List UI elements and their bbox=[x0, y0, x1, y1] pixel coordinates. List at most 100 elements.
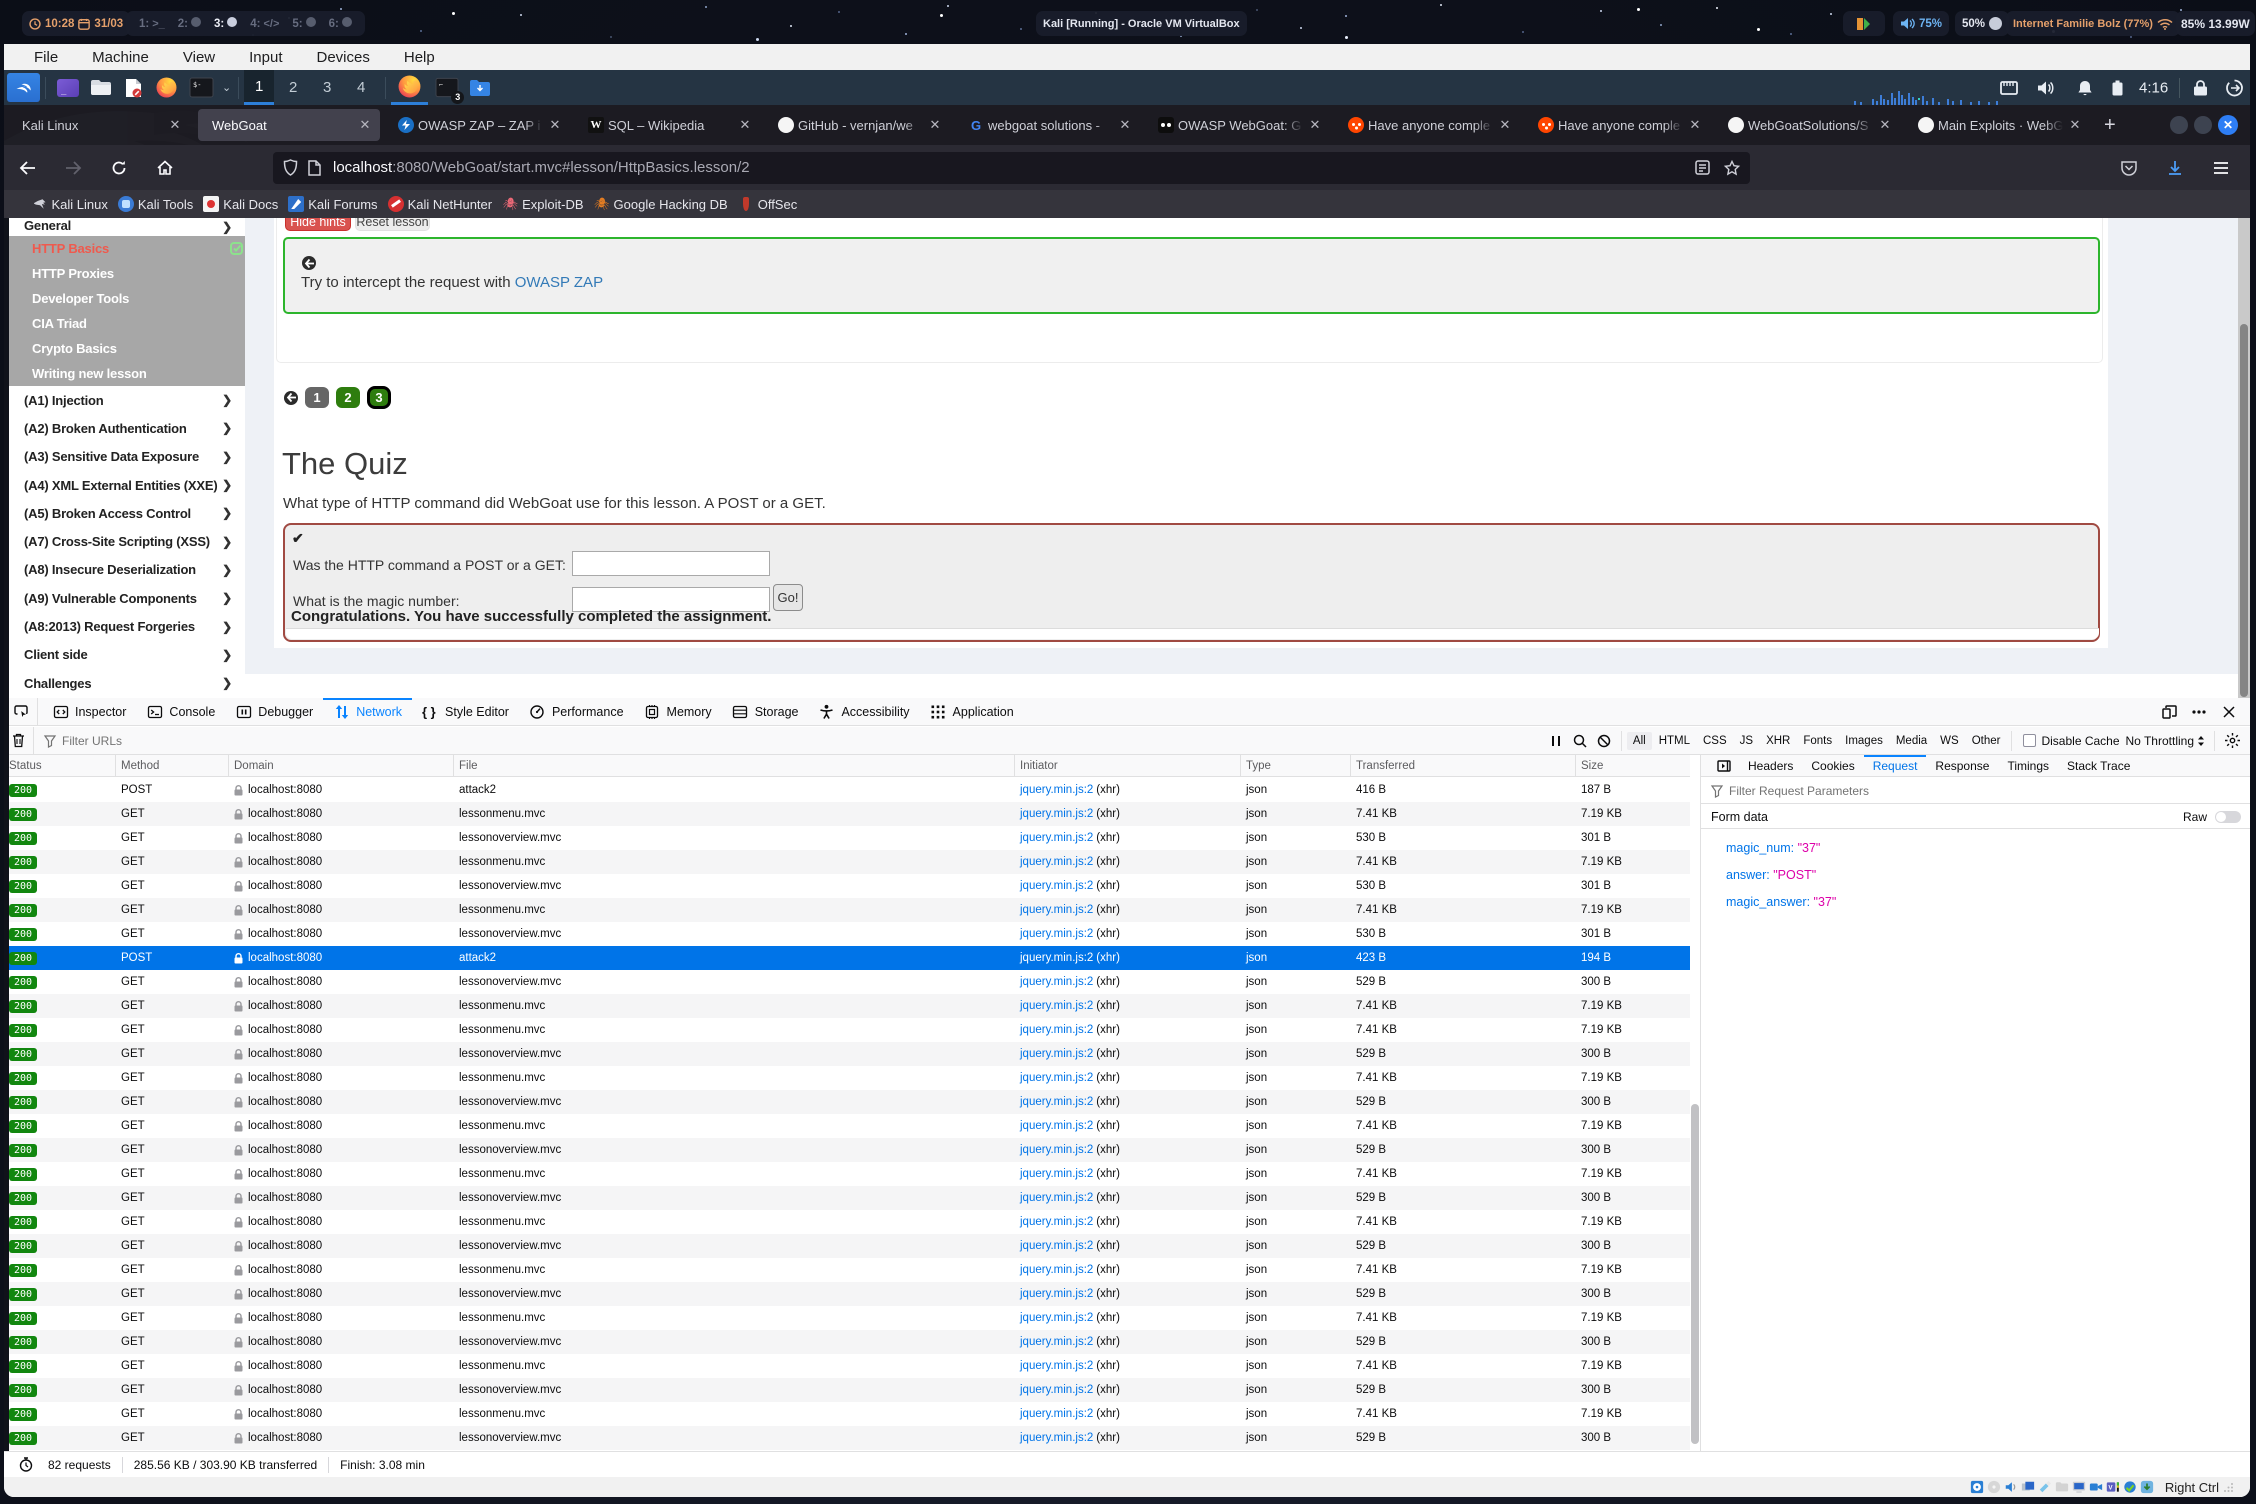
column-header-file[interactable]: File bbox=[454, 755, 1015, 777]
network-request-row[interactable]: 200 GET localhost:8080 lessonmenu.mvc jq… bbox=[4, 1402, 1690, 1426]
tab-close-icon[interactable]: ✕ bbox=[1307, 117, 1323, 133]
owasp-zap-link[interactable]: OWASP ZAP bbox=[515, 274, 603, 291]
initiator-link[interactable]: jquery.min.js:2 bbox=[1020, 1096, 1093, 1108]
taskbar-terminal-icon[interactable]: $- bbox=[187, 75, 217, 101]
form-data-section-header[interactable]: Form data Raw bbox=[1701, 805, 2250, 829]
initiator-link[interactable]: jquery.min.js:2 bbox=[1020, 1408, 1093, 1420]
go-button[interactable]: Go! bbox=[773, 584, 803, 611]
browser-tab[interactable]: Have anyone comple ✕ bbox=[1338, 109, 1520, 141]
type-filter-button[interactable]: Fonts bbox=[1797, 732, 1838, 750]
vbox-menu-item[interactable]: Devices bbox=[317, 49, 370, 66]
browser-tab[interactable]: Have anyone comple ✕ bbox=[1528, 109, 1710, 141]
raw-toggle[interactable] bbox=[2215, 811, 2241, 823]
network-request-row[interactable]: 200 POST localhost:8080 attack2 jquery.m… bbox=[4, 946, 1690, 970]
page-button-1[interactable]: 1 bbox=[305, 387, 329, 408]
sidebar-category-item[interactable]: (A8:2013) Request Forgeries❯ bbox=[9, 612, 245, 640]
type-filter-button[interactable]: CSS bbox=[1697, 732, 1733, 750]
tab-close-icon[interactable]: ✕ bbox=[1687, 117, 1703, 133]
details-tab[interactable]: Headers bbox=[1739, 755, 1802, 777]
browser-tab[interactable]: Main Exploits · WebG ✕ bbox=[1908, 109, 2090, 141]
type-filter-button[interactable]: XHR bbox=[1760, 732, 1796, 750]
initiator-link[interactable]: jquery.min.js:2 bbox=[1020, 880, 1093, 892]
column-header-status[interactable]: Status bbox=[4, 755, 116, 777]
devtools-tab[interactable]: Memory bbox=[634, 698, 722, 726]
network-request-row[interactable]: 200 GET localhost:8080 lessonoverview.mv… bbox=[4, 1378, 1690, 1402]
initiator-link[interactable]: jquery.min.js:2 bbox=[1020, 1168, 1093, 1180]
network-request-row[interactable]: 200 GET localhost:8080 lessonmenu.mvc jq… bbox=[4, 1306, 1690, 1330]
sidebar-lesson-item[interactable]: HTTP Proxies bbox=[9, 261, 245, 286]
network-request-row[interactable]: 200 GET localhost:8080 lessonmenu.mvc jq… bbox=[4, 1354, 1690, 1378]
kali-workspace-3[interactable]: 3 bbox=[312, 70, 342, 105]
table-scrollbar-thumb[interactable] bbox=[1691, 1104, 1699, 1444]
sidebar-category-item[interactable]: (A2) Broken Authentication❯ bbox=[9, 414, 245, 442]
network-request-row[interactable]: 200 GET localhost:8080 lessonoverview.mv… bbox=[4, 1234, 1690, 1258]
column-header-method[interactable]: Method bbox=[116, 755, 229, 777]
devtools-tab[interactable]: Application bbox=[920, 698, 1024, 726]
initiator-link[interactable]: jquery.min.js:2 bbox=[1020, 1432, 1093, 1444]
lock-screen-icon[interactable] bbox=[2193, 79, 2208, 96]
network-request-row[interactable]: 200 GET localhost:8080 lessonoverview.mv… bbox=[4, 1282, 1690, 1306]
split-panel-icon[interactable] bbox=[1709, 755, 1739, 777]
sidebar-lesson-item[interactable]: HTTP Basics bbox=[9, 236, 245, 261]
terminal-dropdown-chevron[interactable]: ⌄ bbox=[222, 81, 231, 94]
workspace-indicator[interactable]: 3: bbox=[214, 17, 237, 30]
type-filter-button[interactable]: Other bbox=[1966, 732, 2007, 750]
network-request-row[interactable]: 200 GET localhost:8080 lessonmenu.mvc jq… bbox=[4, 1114, 1690, 1138]
details-tab[interactable]: Response bbox=[1926, 755, 1998, 777]
home-button[interactable] bbox=[150, 153, 180, 183]
initiator-link[interactable]: jquery.min.js:2 bbox=[1020, 904, 1093, 916]
devtools-close-icon[interactable] bbox=[2216, 700, 2242, 724]
browser-tab[interactable]: webgoat solutions - ✕ bbox=[958, 109, 1140, 141]
sidebar-category-item[interactable]: (A5) Broken Access Control❯ bbox=[9, 499, 245, 527]
network-request-row[interactable]: 200 GET localhost:8080 lessonmenu.mvc jq… bbox=[4, 1066, 1690, 1090]
sidebar-category-item[interactable]: (A4) XML External Entities (XXE)❯ bbox=[9, 471, 245, 499]
details-tab[interactable]: Stack Trace bbox=[2058, 755, 2139, 777]
sidebar-category-item[interactable]: (A1) Injection❯ bbox=[9, 386, 245, 414]
network-request-row[interactable]: 200 GET localhost:8080 lessonoverview.mv… bbox=[4, 970, 1690, 994]
devtools-meatball-menu-icon[interactable] bbox=[2186, 700, 2212, 724]
search-icon[interactable] bbox=[1568, 729, 1592, 753]
browser-tab[interactable]: Kali Linux ✕ bbox=[8, 109, 190, 141]
sidebar-category-item[interactable]: Challenges❯ bbox=[9, 669, 245, 697]
logout-icon[interactable] bbox=[2226, 79, 2243, 96]
new-tab-button[interactable]: + bbox=[2104, 114, 2116, 137]
taskbar-terminal-purple-icon[interactable]: _ bbox=[55, 75, 81, 101]
taskbar-running-terminal[interactable]: ⌐ 3 bbox=[434, 75, 460, 101]
bookmark-item[interactable]: Kali NetHunter bbox=[384, 196, 496, 212]
network-request-row[interactable]: 200 GET localhost:8080 lessonoverview.mv… bbox=[4, 1426, 1690, 1450]
workspace-indicator[interactable]: 6: bbox=[329, 17, 352, 30]
tab-close-icon[interactable]: ✕ bbox=[1117, 117, 1133, 133]
network-manager-icon[interactable] bbox=[2000, 80, 2018, 96]
initiator-link[interactable]: jquery.min.js:2 bbox=[1020, 1144, 1093, 1156]
tab-close-icon[interactable]: ✕ bbox=[547, 117, 563, 133]
reader-mode-icon[interactable] bbox=[1695, 160, 1710, 175]
bookmark-item[interactable]: Kali Linux bbox=[28, 196, 111, 212]
disable-cache-checkbox[interactable]: Disable Cache bbox=[2023, 734, 2119, 748]
initiator-link[interactable]: jquery.min.js:2 bbox=[1020, 1240, 1093, 1252]
filter-request-parameters-input[interactable]: Filter Request Parameters bbox=[1701, 778, 2250, 804]
initiator-link[interactable]: jquery.min.js:2 bbox=[1020, 1072, 1093, 1084]
browser-tab[interactable]: OWASP WebGoat: G ✕ bbox=[1148, 109, 1330, 141]
sidebar-item-general[interactable]: General❯ bbox=[9, 218, 245, 236]
initiator-link[interactable]: jquery.min.js:2 bbox=[1020, 856, 1093, 868]
network-request-row[interactable]: 200 GET localhost:8080 lessonoverview.mv… bbox=[4, 1330, 1690, 1354]
bookmark-item[interactable]: Exploit-DB bbox=[499, 196, 587, 212]
devtools-tab[interactable]: Debugger bbox=[225, 698, 323, 726]
workspace-indicator[interactable]: 4:</> bbox=[250, 18, 279, 30]
initiator-link[interactable]: jquery.min.js:2 bbox=[1020, 1288, 1093, 1300]
kali-menu-button[interactable] bbox=[7, 73, 40, 102]
details-tab[interactable]: Cookies bbox=[1802, 755, 1863, 777]
initiator-link[interactable]: jquery.min.js:2 bbox=[1020, 1120, 1093, 1132]
pick-element-icon[interactable] bbox=[4, 698, 38, 726]
taskbar-texteditor-icon[interactable] bbox=[121, 75, 147, 101]
network-request-row[interactable]: 200 GET localhost:8080 lessonmenu.mvc jq… bbox=[4, 802, 1690, 826]
page-scrollbar[interactable] bbox=[2238, 218, 2250, 698]
browser-tab[interactable]: OWASP ZAP – ZAP i ✕ bbox=[388, 109, 570, 141]
responsive-design-icon[interactable] bbox=[2156, 700, 2182, 724]
column-header-initiator[interactable]: Initiator bbox=[1015, 755, 1241, 777]
reset-lesson-button[interactable]: Reset lesson bbox=[355, 218, 430, 231]
initiator-link[interactable]: jquery.min.js:2 bbox=[1020, 976, 1093, 988]
audio-tray-icon[interactable] bbox=[2037, 80, 2055, 96]
host-network-pill[interactable]: Internet Familie Bolz (77%) bbox=[2006, 11, 2180, 36]
type-filter-button[interactable]: WS bbox=[1934, 732, 1965, 750]
